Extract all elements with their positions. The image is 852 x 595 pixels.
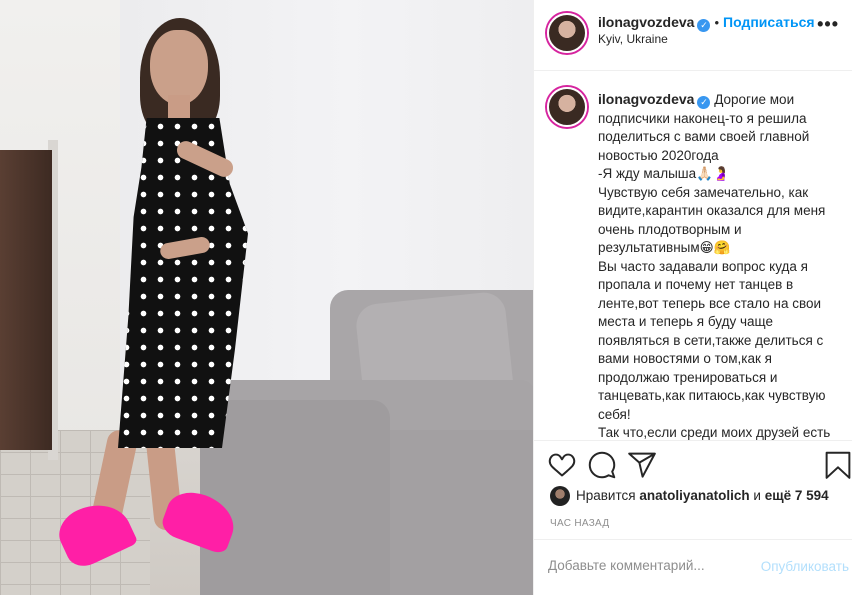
share-icon[interactable] [628,451,656,479]
publish-button[interactable]: Опубликовать [761,559,849,574]
comment-bar: Опубликовать [534,539,852,595]
post-actions [534,440,852,488]
author-username[interactable]: ilonagvozdeva [598,14,694,30]
liker-username[interactable]: anatoliyanatolich [639,488,749,503]
caption-author-username[interactable]: ilonagvozdeva [598,91,694,107]
photo-sofa-front [380,430,533,595]
caption-line: Чувствую себя замечательно, как видите,к… [598,184,826,256]
caption-text: ilonagvozdeva ✓ Дорогие мои подписчики на… [598,90,840,440]
likes-middle: и [753,488,761,503]
post-side-panel: ilonagvozdeva ✓ • Подписаться Kyiv, Ukraine… [533,0,852,595]
bookmark-icon[interactable] [824,451,852,479]
separator-dot: • [714,15,720,30]
post-caption: ilonagvozdeva ✓ Дорогие мои подписчики на… [534,71,852,440]
post-location[interactable]: Kyiv, Ukraine [598,32,668,46]
verified-badge-icon: ✓ [697,96,711,109]
comment-input[interactable] [548,558,748,573]
caption-line: Так что,если среди моих друзей есть [598,425,831,440]
header-author-line: ilonagvozdeva ✓ • Подписаться [598,14,815,32]
more-options-icon[interactable]: ••• [817,14,839,35]
post-photo[interactable] [0,0,533,595]
follow-button[interactable]: Подписаться [723,14,815,30]
photo-door [0,150,52,450]
caption-line: -Я жду малыша🙏🏻🤰 [598,166,730,181]
author-avatar[interactable] [547,13,587,53]
verified-badge-icon: ✓ [697,19,711,32]
caption-author-avatar[interactable] [547,87,587,127]
post-timestamp[interactable]: ЧАС НАЗАД [550,518,609,529]
post-header: ilonagvozdeva ✓ • Подписаться Kyiv, Ukraine… [534,0,852,71]
photo-person-head [150,30,208,105]
likes-count-link[interactable]: ещё 7 594 [765,488,829,503]
heart-icon[interactable] [548,451,576,479]
comment-icon[interactable] [588,451,616,479]
photo-sofa-arm [200,400,390,595]
liker-avatar[interactable] [550,486,570,506]
caption-line: Вы часто задавали вопрос куда я пропала … [598,258,826,422]
likes-prefix: Нравится [576,488,636,503]
likes-summary: Нравится anatoliyanatolich и ещё 7 594 [550,486,829,506]
